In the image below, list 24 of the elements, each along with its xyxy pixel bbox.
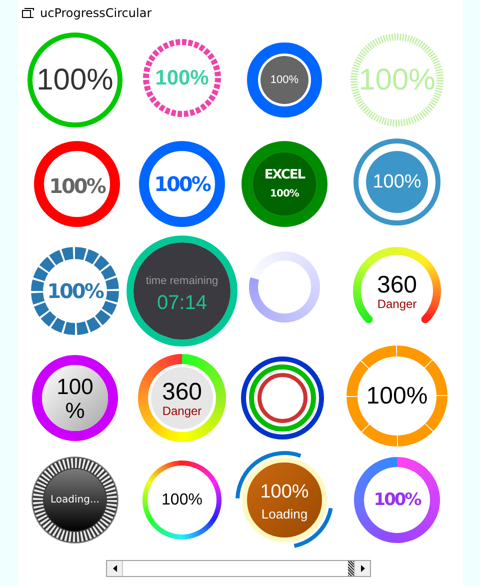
percent-label: 100% xyxy=(270,74,299,86)
loading-label: Loading... xyxy=(50,494,100,506)
caption-label: EXCEL xyxy=(264,168,305,182)
percent-label: 100% xyxy=(36,64,114,96)
percent-label: 100% xyxy=(270,188,299,200)
percent-label: 100 % xyxy=(56,374,94,423)
percent-label: 360 xyxy=(376,272,418,298)
percent-label: 100% xyxy=(154,172,210,196)
time-label: 07:14 xyxy=(156,292,208,314)
percent-label: 100% xyxy=(49,174,105,198)
status-label: Danger xyxy=(162,404,202,418)
status-label: Loading xyxy=(261,506,308,522)
window-title: ucProgressCircular xyxy=(40,6,152,20)
percent-label: 100% xyxy=(372,172,422,192)
percent-label: 100% xyxy=(47,279,103,303)
percent-label: 360 xyxy=(162,378,202,406)
status-label: Danger xyxy=(377,297,417,311)
percent-label: 100% xyxy=(162,492,202,508)
caption-label: time remaining xyxy=(146,275,218,287)
percent-label: 100% xyxy=(358,64,436,96)
percent-label: 100% xyxy=(366,382,428,410)
percent-label: 100% xyxy=(374,490,420,510)
percent-label: 100% xyxy=(260,482,309,502)
percent-label: 100% xyxy=(155,66,209,90)
